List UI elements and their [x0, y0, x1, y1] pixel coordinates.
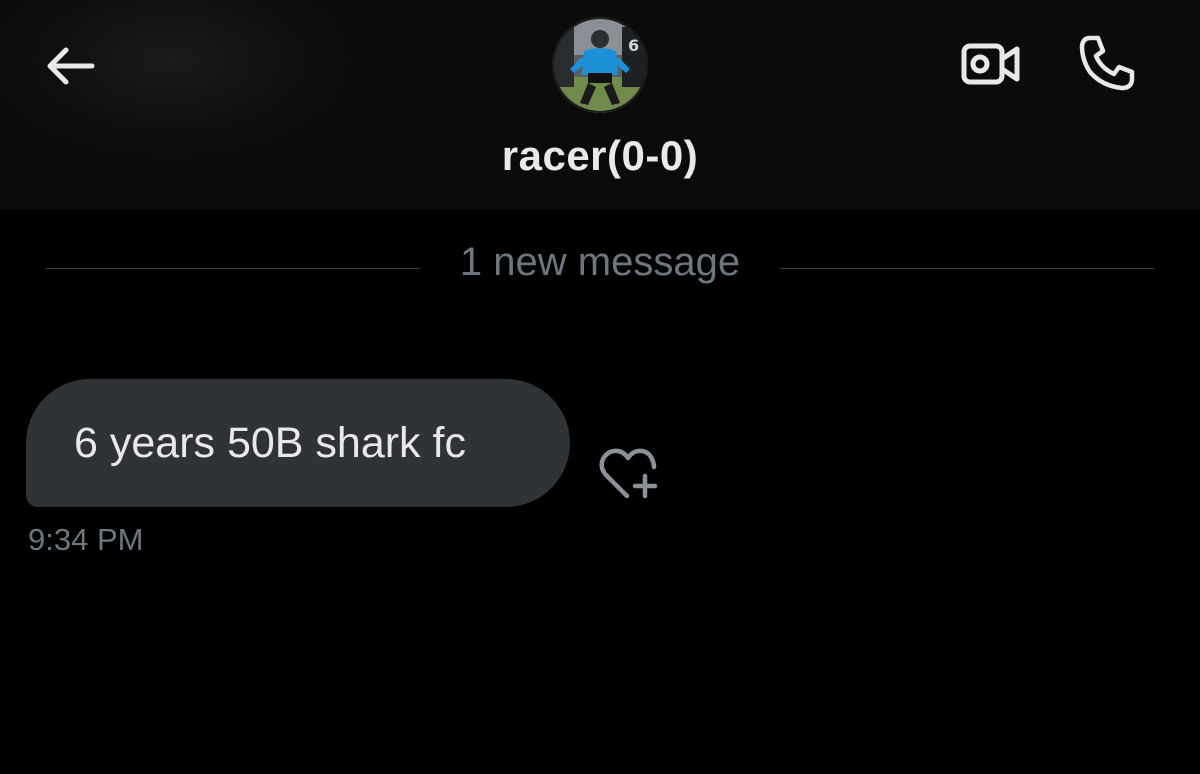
heart-plus-icon: [599, 448, 658, 499]
message-bubble[interactable]: 6 years 50B shark fc: [26, 379, 570, 507]
conversation-header: 6 racer(0-0): [0, 0, 1200, 209]
back-button[interactable]: [40, 40, 100, 92]
divider-line-left: [46, 268, 420, 269]
message-text: 6 years 50B shark fc: [74, 418, 466, 467]
avatar-photo: 6: [552, 17, 648, 113]
new-messages-divider: 1 new message: [459, 240, 741, 284]
voice-call-button[interactable]: [1072, 30, 1142, 96]
message-timestamp: 9:34 PM: [28, 522, 144, 557]
video-camera-icon: [961, 43, 1020, 85]
arrow-left-icon: [47, 47, 95, 85]
avatar[interactable]: 6: [552, 17, 648, 113]
add-reaction-button[interactable]: [596, 446, 662, 502]
svg-text:6: 6: [628, 36, 639, 55]
video-call-button[interactable]: [956, 36, 1026, 92]
contact-name[interactable]: racer(0-0): [0, 132, 1200, 180]
divider-line-right: [780, 268, 1154, 269]
phone-icon: [1079, 35, 1135, 91]
